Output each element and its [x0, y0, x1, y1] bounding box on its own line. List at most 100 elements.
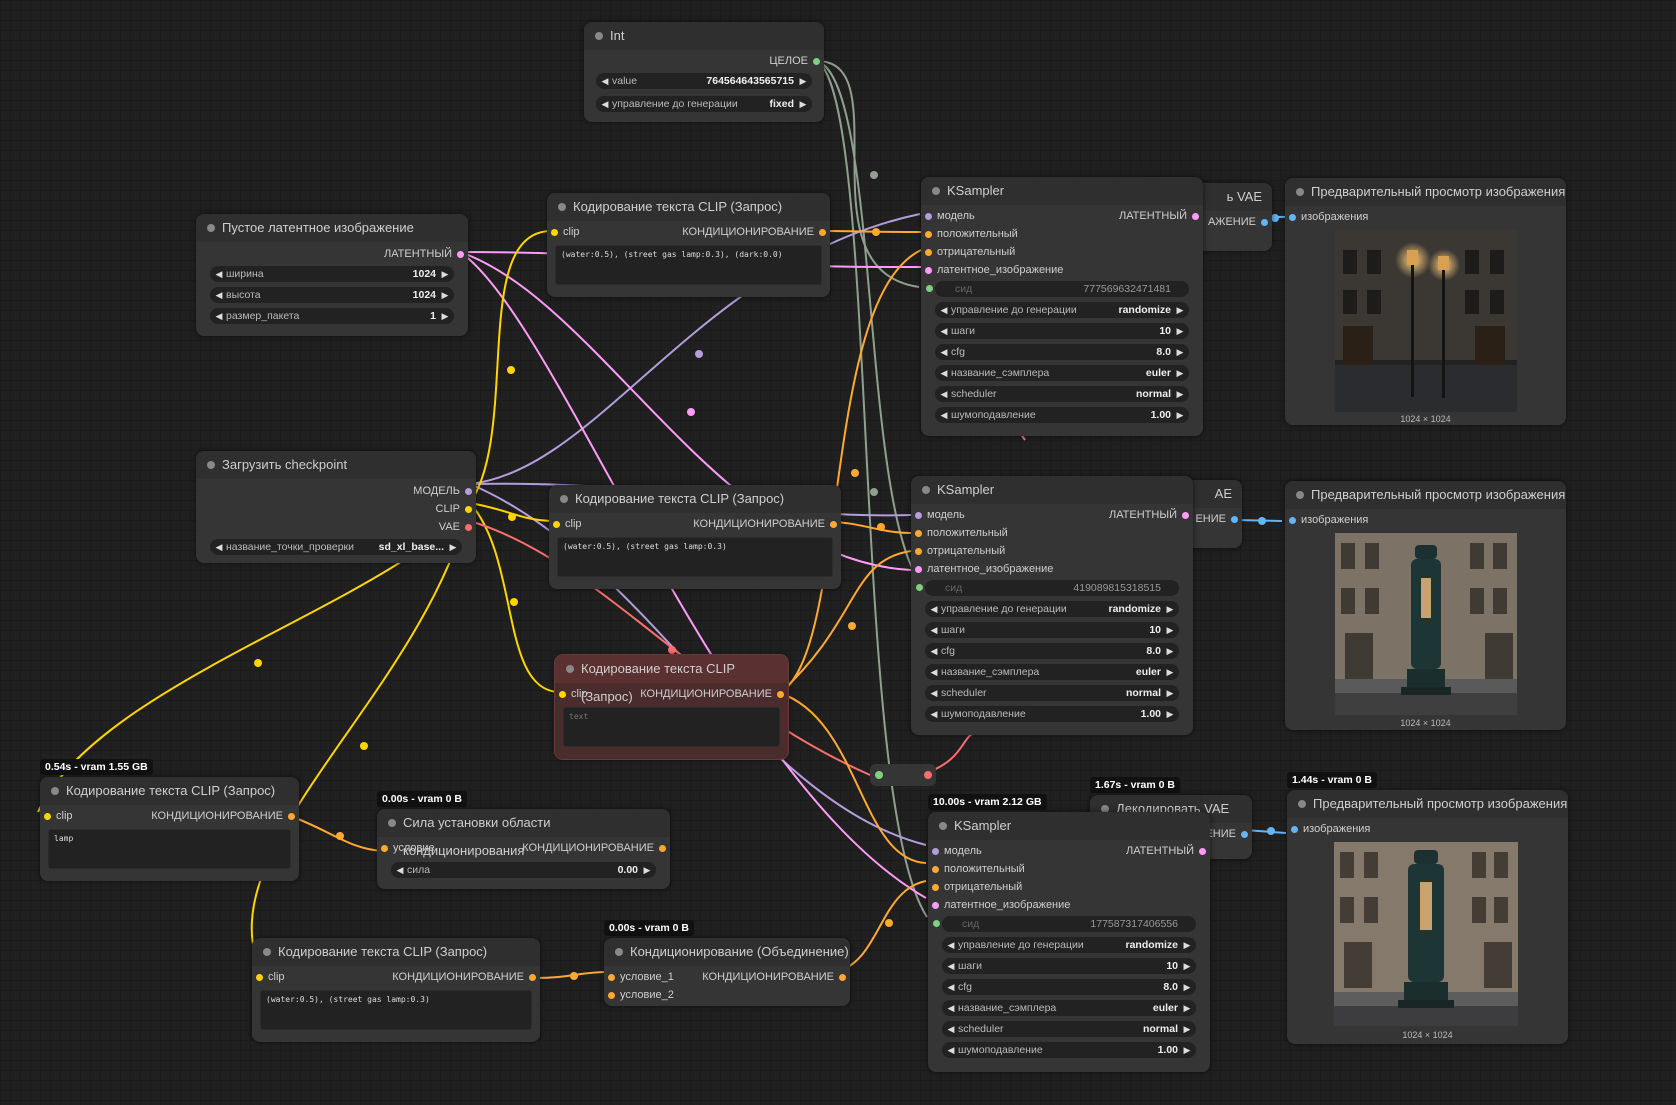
- input-negative[interactable]: отрицательный: [930, 881, 1022, 893]
- arrow-right-icon[interactable]: ▶: [1181, 937, 1193, 953]
- preview-image[interactable]: [1335, 230, 1517, 412]
- arrow-right-icon[interactable]: ▶: [1174, 344, 1186, 360]
- load-checkpoint-node[interactable]: Загрузить checkpoint МОДЕЛЬ CLIP VAE ◀ на…: [196, 451, 476, 563]
- collapse-dot-icon[interactable]: [1296, 491, 1304, 499]
- sampler-widget[interactable]: ◀ название_сэмплера euler ▶: [942, 1000, 1196, 1016]
- arrow-left-icon[interactable]: ◀: [945, 1042, 957, 1058]
- output-latent[interactable]: ЛАТЕНТНЫЙ: [1126, 845, 1208, 857]
- output-model[interactable]: МОДЕЛЬ: [413, 485, 474, 497]
- input-condition[interactable]: условие: [379, 842, 435, 854]
- pin-icon[interactable]: [932, 902, 939, 909]
- preview-image-node-3[interactable]: Предварительный просмотр изображения изо…: [1287, 790, 1568, 1044]
- pin-icon[interactable]: [457, 251, 464, 258]
- input-model[interactable]: модель: [923, 210, 975, 222]
- pin-icon[interactable]: [932, 866, 939, 873]
- input-latent[interactable]: латентное_изображение: [923, 264, 1063, 276]
- prompt-textarea[interactable]: (water:0.5), (street gas lamp:0.3), (dar…: [555, 245, 822, 285]
- ksampler-node-2[interactable]: KSampler модель положительный отрицатель…: [911, 476, 1193, 735]
- clip-text-encode-node-1[interactable]: Кодирование текста CLIP (Запрос) clip КО…: [547, 193, 830, 297]
- collapse-dot-icon[interactable]: [207, 224, 215, 232]
- prompt-textarea[interactable]: (water:0.5), (street gas lamp:0.3): [260, 990, 532, 1030]
- clip-text-encode-node-5[interactable]: Кодирование текста CLIP (Запрос) clip КО…: [252, 938, 540, 1042]
- pin-icon[interactable]: [1291, 826, 1298, 833]
- pin-icon[interactable]: [1182, 512, 1189, 519]
- output-image[interactable]: ЕНИЕ: [1205, 828, 1250, 840]
- arrow-left-icon[interactable]: ◀: [213, 266, 225, 282]
- collapse-dot-icon[interactable]: [558, 203, 566, 211]
- pin-icon[interactable]: [1289, 517, 1296, 524]
- arrow-right-icon[interactable]: ▶: [1164, 706, 1176, 722]
- arrow-right-icon[interactable]: ▶: [447, 539, 459, 555]
- collapse-dot-icon[interactable]: [560, 495, 568, 503]
- scheduler-widget[interactable]: ◀ scheduler normal ▶: [942, 1021, 1196, 1037]
- pin-icon[interactable]: [553, 521, 560, 528]
- preview-image-node-2[interactable]: Предварительный просмотр изображения изо…: [1285, 481, 1566, 730]
- pin-icon[interactable]: [1289, 214, 1296, 221]
- input-clip[interactable]: clip: [551, 518, 582, 530]
- arrow-left-icon[interactable]: ◀: [599, 73, 611, 89]
- denoise-widget[interactable]: ◀ шумоподавление 1.00 ▶: [942, 1042, 1196, 1058]
- pin-icon[interactable]: [608, 992, 615, 999]
- clip-text-encode-node-4[interactable]: Кодирование текста CLIP (Запрос) clip КО…: [40, 777, 299, 881]
- input-model[interactable]: модель: [930, 845, 982, 857]
- cfg-widget[interactable]: ◀ cfg 8.0 ▶: [925, 643, 1179, 659]
- arrow-right-icon[interactable]: ▶: [1181, 958, 1193, 974]
- output-conditioning[interactable]: КОНДИЦИОНИРОВАНИЕ: [151, 810, 297, 822]
- pin-icon[interactable]: [915, 512, 922, 519]
- collapse-dot-icon[interactable]: [595, 32, 603, 40]
- pin-icon[interactable]: [465, 506, 472, 513]
- arrow-right-icon[interactable]: ▶: [1174, 407, 1186, 423]
- collapse-dot-icon[interactable]: [207, 461, 215, 469]
- pin-icon[interactable]: [839, 974, 846, 981]
- height-widget[interactable]: ◀ высота 1024 ▶: [210, 287, 454, 303]
- pin-icon[interactable]: [915, 548, 922, 555]
- seed-pin-icon[interactable]: [916, 584, 923, 591]
- arrow-right-icon[interactable]: ▶: [641, 862, 653, 878]
- arrow-left-icon[interactable]: ◀: [928, 706, 940, 722]
- pin-icon[interactable]: [777, 691, 784, 698]
- arrow-right-icon[interactable]: ▶: [1181, 1042, 1193, 1058]
- pin-icon[interactable]: [813, 58, 820, 65]
- node-title[interactable]: Предварительный просмотр изображения: [1285, 481, 1566, 509]
- node-title[interactable]: KSampler: [911, 476, 1193, 504]
- output-latent[interactable]: ЛАТЕНТНЫЙ: [384, 248, 466, 260]
- collapse-dot-icon[interactable]: [922, 486, 930, 494]
- collapse-dot-icon[interactable]: [939, 822, 947, 830]
- pin-icon[interactable]: [932, 848, 939, 855]
- pin-icon[interactable]: [925, 231, 932, 238]
- node-title[interactable]: Int: [584, 22, 824, 50]
- input-latent[interactable]: латентное_изображение: [930, 899, 1070, 911]
- seed-widget[interactable]: сид 177587317406556: [942, 916, 1196, 932]
- pin-icon[interactable]: [1192, 213, 1199, 220]
- pin-icon[interactable]: [925, 267, 932, 274]
- preview-image[interactable]: [1334, 842, 1518, 1026]
- output-conditioning[interactable]: КОНДИЦИОНИРОВАНИЕ: [682, 226, 828, 238]
- output-conditioning[interactable]: КОНДИЦИОНИРОВАНИЕ: [522, 842, 668, 854]
- pin-icon[interactable]: [925, 213, 932, 220]
- arrow-left-icon[interactable]: ◀: [928, 622, 940, 638]
- arrow-left-icon[interactable]: ◀: [945, 937, 957, 953]
- arrow-left-icon[interactable]: ◀: [928, 643, 940, 659]
- arrow-left-icon[interactable]: ◀: [945, 1000, 957, 1016]
- control-widget[interactable]: ◀ управление до генерации fixed ▶: [596, 96, 812, 112]
- node-title[interactable]: KSampler: [921, 177, 1203, 205]
- pin-icon[interactable]: [465, 488, 472, 495]
- control-widget[interactable]: ◀ управление до генерации randomize ▶: [925, 601, 1179, 617]
- scheduler-widget[interactable]: ◀ scheduler normal ▶: [935, 386, 1189, 402]
- arrow-right-icon[interactable]: ▶: [797, 96, 809, 112]
- clip-text-encode-node-3[interactable]: Кодирование текста CLIP (Запрос) clip КО…: [554, 654, 789, 760]
- output-latent[interactable]: ЛАТЕНТНЫЙ: [1119, 210, 1201, 222]
- arrow-left-icon[interactable]: ◀: [928, 664, 940, 680]
- pin-icon[interactable]: [819, 229, 826, 236]
- sampler-widget[interactable]: ◀ название_сэмплера euler ▶: [925, 664, 1179, 680]
- checkpoint-widget[interactable]: ◀ название_точки_проверки sd_xl_base... ▶: [210, 539, 462, 555]
- node-title[interactable]: Сила установки области кондиционирования: [377, 809, 670, 858]
- output-conditioning[interactable]: КОНДИЦИОНИРОВАНИЕ: [392, 971, 538, 983]
- collapse-dot-icon[interactable]: [1296, 188, 1304, 196]
- output-conditioning[interactable]: КОНДИЦИОНИРОВАНИЕ: [702, 971, 848, 983]
- arrow-left-icon[interactable]: ◀: [945, 979, 957, 995]
- value-widget[interactable]: ◀ value 764564643565715 ▶: [596, 73, 812, 89]
- area-strength-node[interactable]: Сила установки области кондиционирования…: [377, 809, 670, 889]
- input-condition-2[interactable]: условие_2: [606, 989, 674, 1001]
- empty-latent-node[interactable]: Пустое латентное изображение ЛАТЕНТНЫЙ ◀…: [196, 214, 468, 336]
